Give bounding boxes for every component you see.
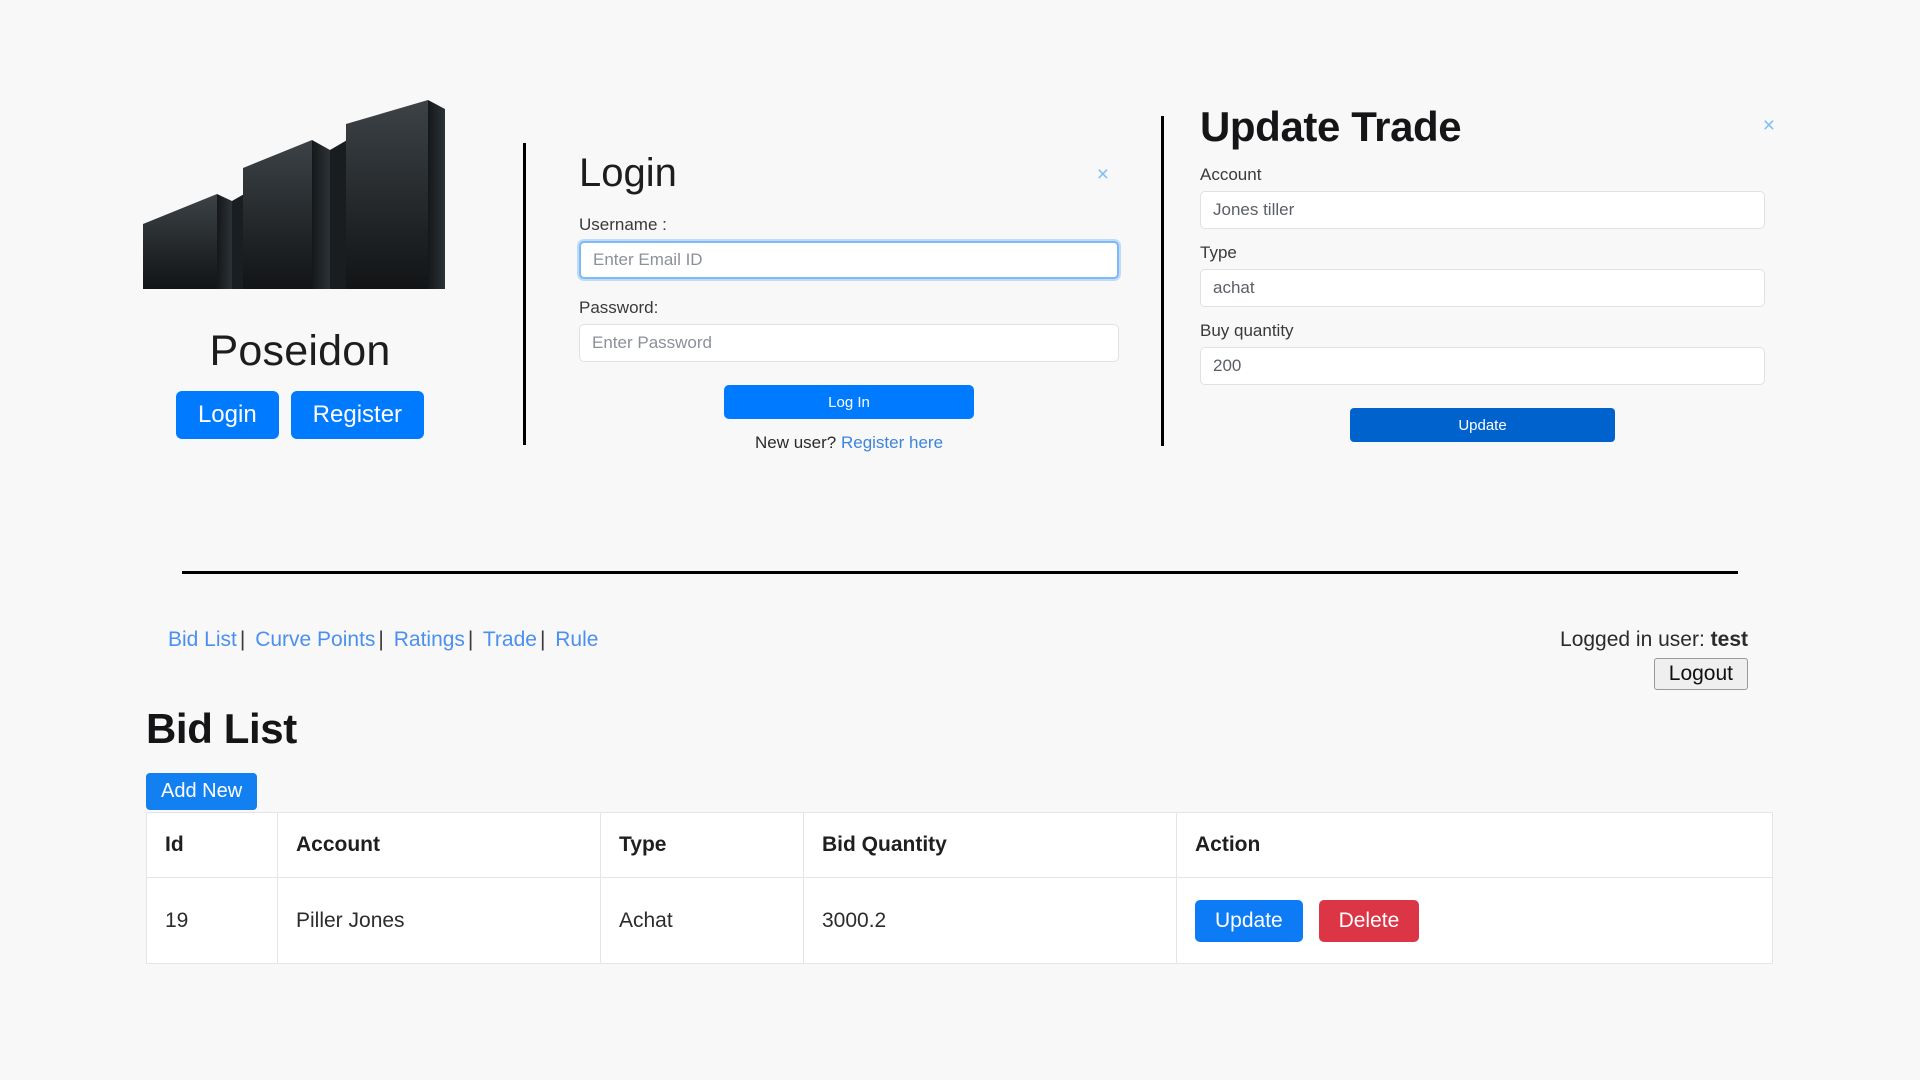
column-header-bid-quantity: Bid Quantity (803, 812, 1177, 878)
account-label: Account (1200, 165, 1262, 185)
update-trade-button[interactable]: Update (1350, 408, 1615, 443)
table-row: 19 Piller Jones Achat 3000.2 Update Dele… (146, 877, 1773, 964)
nav-link-bid-list[interactable]: Bid List (168, 628, 237, 651)
account-input[interactable] (1200, 191, 1765, 230)
vertical-divider-right (1161, 116, 1164, 446)
column-header-action: Action (1176, 812, 1773, 878)
session-box: Logged in user: test Logout (1560, 628, 1748, 690)
login-panel-title: Login (579, 151, 677, 195)
new-user-text: New user? (754, 433, 837, 452)
cell-type: Achat (600, 877, 804, 964)
nav-link-rule[interactable]: Rule (555, 628, 598, 651)
nav-link-ratings[interactable]: Ratings (394, 628, 465, 651)
table-header-row: Id Account Type Bid Quantity Action (146, 812, 1773, 878)
column-header-id: Id (146, 812, 278, 878)
cell-bid-quantity: 3000.2 (803, 877, 1177, 964)
update-trade-title: Update Trade (1200, 103, 1462, 150)
logout-button[interactable]: Logout (1653, 658, 1748, 690)
page-title: Bid List (146, 705, 297, 752)
register-button[interactable]: Register (290, 391, 425, 440)
log-in-button[interactable]: Log In (724, 385, 974, 419)
nav-link-curve-points[interactable]: Curve Points (255, 628, 375, 651)
close-icon[interactable]: × (1097, 164, 1109, 185)
column-header-type: Type (600, 812, 804, 878)
register-here-link[interactable]: Register here (841, 433, 943, 452)
buy-quantity-label: Buy quantity (1200, 321, 1294, 341)
column-header-account: Account (277, 812, 601, 878)
poseidon-bars-logo-icon (143, 100, 445, 289)
username-input[interactable] (579, 241, 1119, 279)
vertical-divider-left (523, 143, 526, 445)
session-username: test (1710, 628, 1748, 651)
nav-separator: | (467, 628, 474, 651)
nav-separator: | (539, 628, 546, 651)
update-trade-panel: Update Trade × Account Type Buy quantity… (1200, 103, 1775, 443)
main-navigation: Bid List | Curve Points | Ratings | Trade | … (168, 628, 598, 652)
brand-name: Poseidon (209, 327, 391, 375)
type-input[interactable] (1200, 269, 1765, 308)
nav-separator: | (239, 628, 246, 651)
close-icon[interactable]: × (1763, 115, 1775, 136)
bid-list-table: Id Account Type Bid Quantity Action 19 P… (146, 812, 1773, 964)
login-panel: Login × Username : Password: Log In New … (579, 150, 1119, 453)
row-delete-button[interactable]: Delete (1318, 899, 1420, 942)
nav-separator: | (378, 628, 384, 651)
cell-id: 19 (146, 877, 278, 964)
top-region: Poseidon Login Register Login × Username… (0, 0, 1920, 560)
brand-buttons: Login Register (130, 391, 470, 440)
password-input[interactable] (579, 324, 1119, 362)
login-button[interactable]: Login (175, 391, 279, 440)
logged-in-prefix: Logged in user: (1560, 628, 1705, 651)
logged-in-user-text: Logged in user: test (1560, 628, 1748, 652)
row-update-button[interactable]: Update (1195, 899, 1303, 942)
buy-quantity-input[interactable] (1200, 347, 1765, 386)
add-new-button[interactable]: Add New (146, 773, 258, 810)
brand-panel: Poseidon Login Register (130, 100, 470, 440)
cell-action: Update Delete (1176, 877, 1773, 964)
password-label: Password: (579, 298, 659, 317)
section-divider (182, 571, 1738, 574)
cell-account: Piller Jones (277, 877, 601, 964)
nav-link-trade[interactable]: Trade (483, 628, 537, 651)
login-footer: New user? Register here (579, 433, 1119, 453)
type-label: Type (1200, 243, 1237, 263)
username-label: Username : (579, 215, 667, 234)
